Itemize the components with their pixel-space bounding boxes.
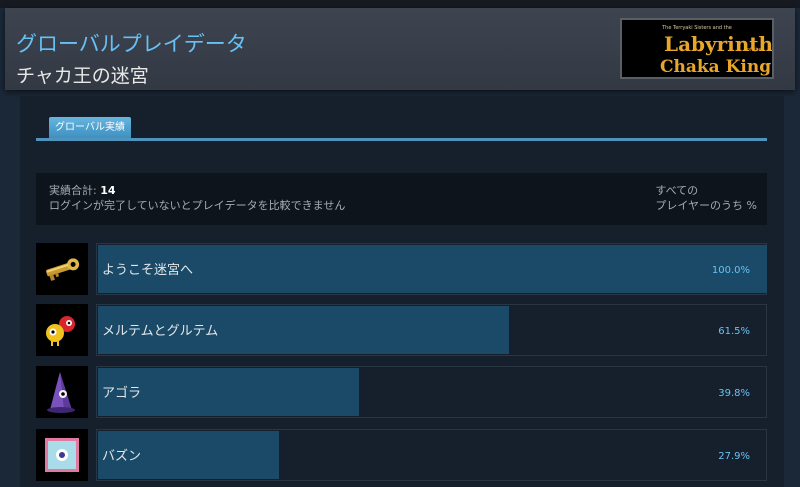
summary-left: 実績合計: 14 ログインが完了していないとプレイデータを比較できません [49, 183, 345, 213]
achievement-bar: メルテムとグルテム 61.5% [96, 304, 767, 356]
game-name[interactable]: チャカ王の迷宮 [16, 61, 149, 88]
achievement-bar: アゴラ 39.8% [96, 366, 767, 418]
achievement-percent: 100.0% [711, 265, 750, 276]
achievement-summary: 実績合計: 14 ログインが完了していないとプレイデータを比較できません すべて… [36, 173, 767, 225]
svg-text:Chaka King: Chaka King [660, 57, 771, 77]
two-eyeball-creatures-icon [36, 304, 88, 356]
svg-text:The Terryaki Sisters and the: The Terryaki Sisters and the [661, 25, 732, 31]
svg-text:of the: of the [747, 47, 762, 53]
purple-wizard-hat-icon [36, 366, 88, 418]
percent-header-line2: プレイヤーのうち % [655, 199, 757, 212]
achievement-progress-fill [98, 245, 767, 293]
achievement-percent: 61.5% [718, 326, 750, 337]
percent-header-line1: すべての [655, 184, 699, 197]
page-header: グローバルプレイデータ チャカ王の迷宮 The Terryaki Sisters… [5, 8, 795, 90]
total-label: 実績合計: [49, 184, 97, 197]
achievement-bar: バズン 27.9% [96, 429, 767, 481]
golden-key-icon [36, 243, 88, 295]
eye-box-icon [36, 429, 88, 481]
total-value: 14 [100, 184, 116, 197]
tab-underline [36, 138, 767, 141]
login-notice: ログインが完了していないとプレイデータを比較できません [49, 199, 346, 212]
achievement-name: アゴラ [102, 386, 142, 401]
page-title: グローバルプレイデータ [16, 32, 247, 56]
achievement-row: アゴラ 39.8% [36, 366, 767, 418]
achievement-percent: 39.8% [718, 388, 750, 399]
achievement-name: メルテムとグルテム [102, 324, 219, 339]
achievements-panel: グローバル実績 実績合計: 14 ログインが完了していないとプレイデータを比較で… [20, 96, 784, 487]
game-logo[interactable]: The Terryaki Sisters and the Labyrinth o… [620, 18, 774, 79]
tab-global-achievements[interactable]: グローバル実績 [49, 117, 131, 138]
achievement-row: ようこそ迷宮へ 100.0% [36, 243, 767, 295]
top-strip [0, 0, 800, 8]
achievement-row: メルテムとグルテム 61.5% [36, 304, 767, 356]
achievement-percent: 27.9% [718, 451, 750, 462]
achievement-bar: ようこそ迷宮へ 100.0% [96, 243, 767, 295]
achievement-name: ようこそ迷宮へ [102, 263, 194, 278]
summary-right: すべての プレイヤーのうち % [655, 183, 757, 213]
total-achievements: 実績合計: 14 [49, 183, 345, 198]
achievement-name: バズン [102, 449, 142, 464]
achievement-row: バズン 27.9% [36, 429, 767, 481]
